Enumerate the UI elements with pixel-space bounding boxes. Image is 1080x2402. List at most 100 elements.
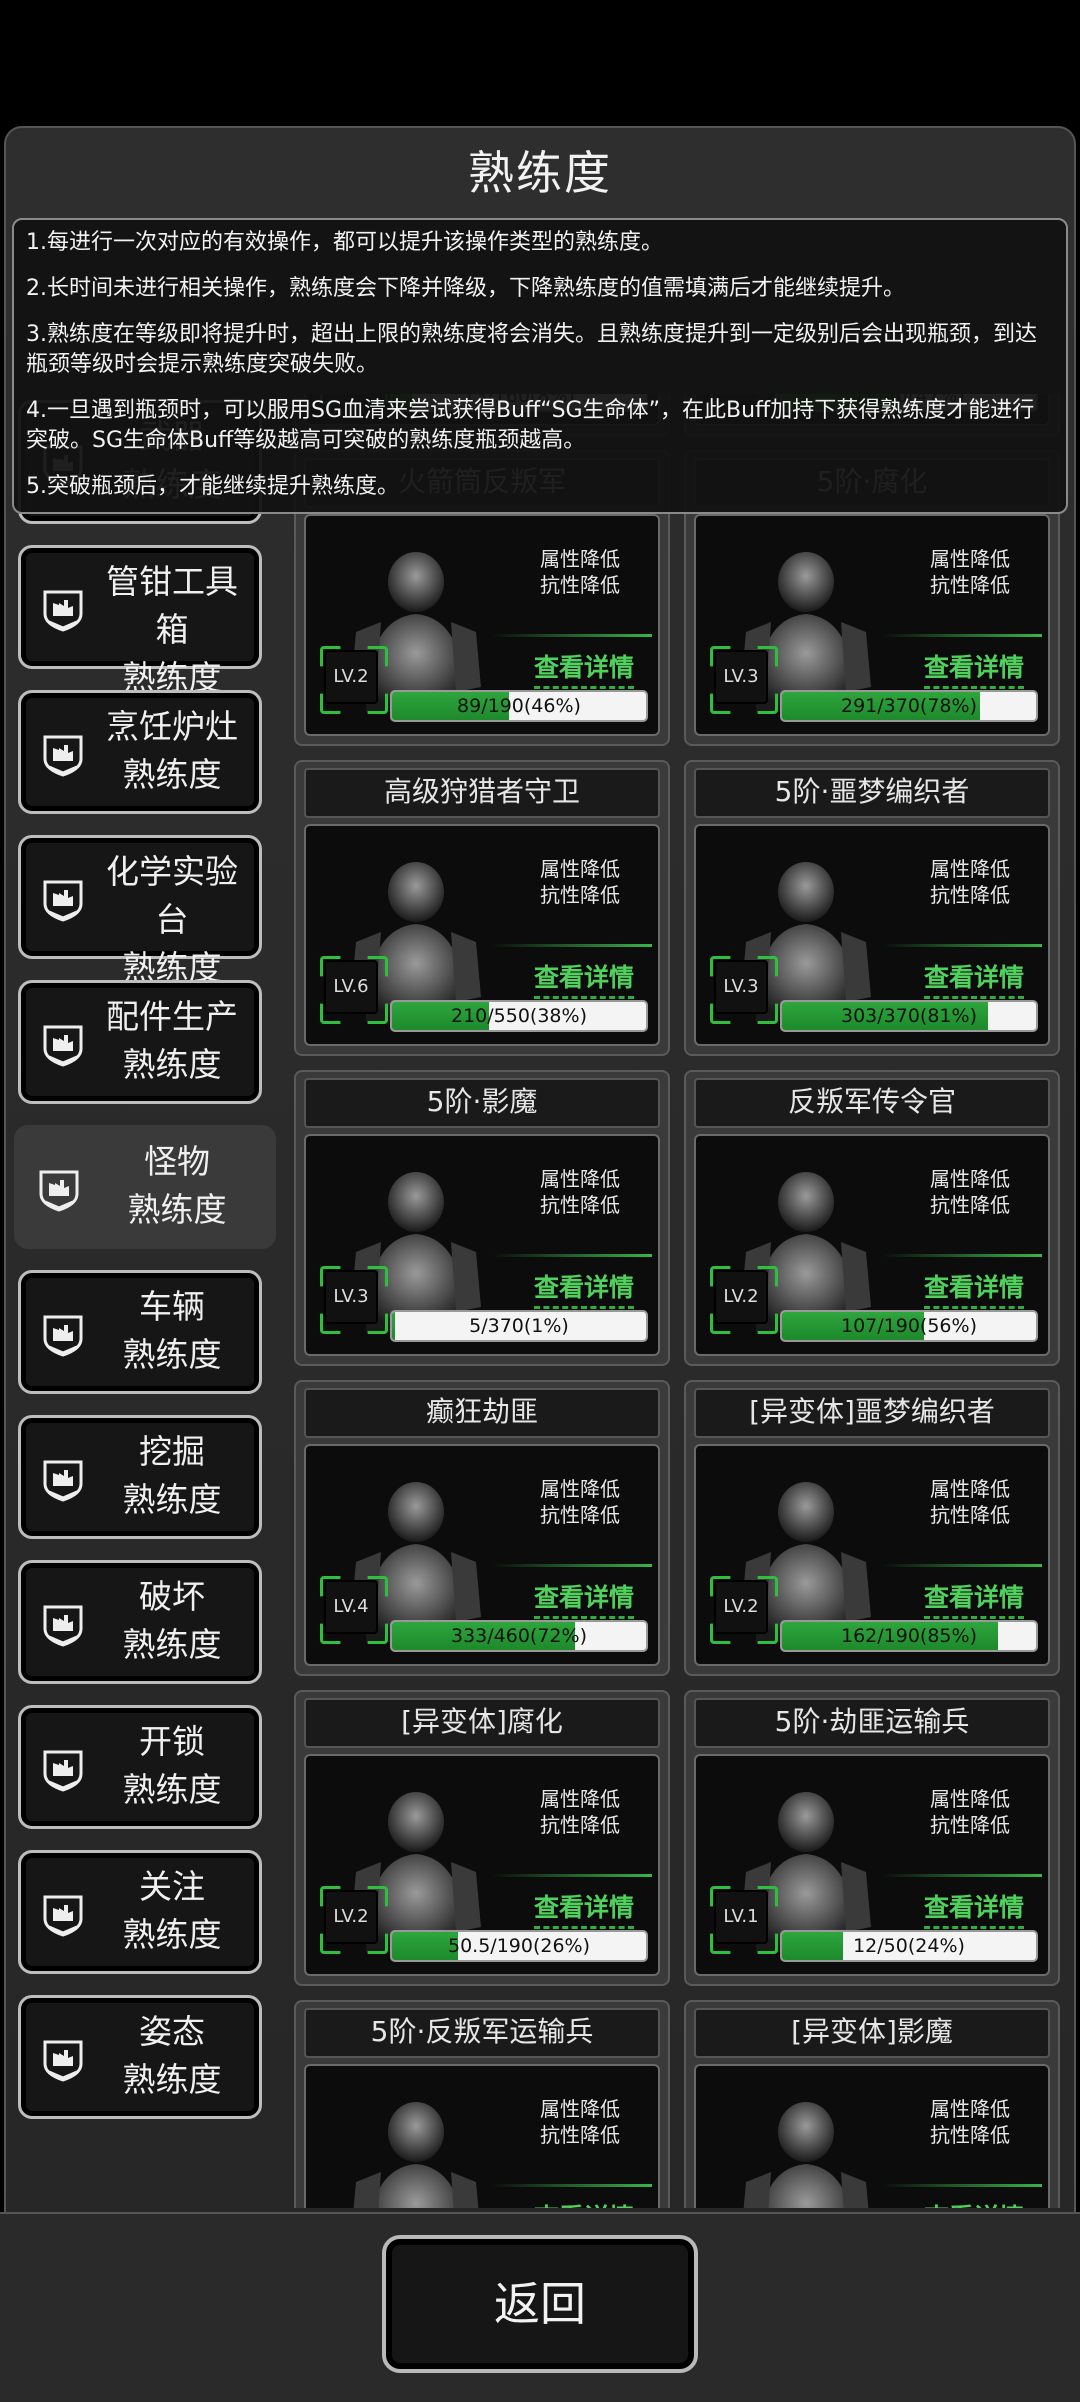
progress-bar: 210/550(38%) (390, 1000, 648, 1032)
monster-portrait: 属性降低 抗性降低 查看详情 LV.3 291/370(78%) (694, 514, 1050, 736)
resist-label: 抗性降低 (930, 1813, 1010, 1837)
monster-card[interactable]: [异变体]腐化 属性降低 抗性降低 查看详情 LV.2 50.5/190(26%) (294, 1690, 670, 1986)
monster-portrait: 属性降低 抗性降低 查看详情 LV.2 162/190(85%) (694, 1444, 1050, 1666)
monster-portrait: 属性降低 抗性降低 查看详情 LV.6 210/550(38%) (304, 824, 660, 1046)
monster-portrait: 属性降低 抗性降低 查看详情 LV.2 50.5/190(26%) (304, 1754, 660, 1976)
divider-glow (882, 944, 1042, 947)
category-button[interactable]: 配件生产 熟练度 (18, 980, 262, 1104)
monster-name: 5阶·劫匪运输兵 (694, 1698, 1050, 1748)
info-line-3: 3.熟练度在等级即将提升时，超出上限的熟练度将会消失。且熟练度提升到一定级别后会… (26, 322, 1037, 377)
category-button[interactable]: 开锁 熟练度 (18, 1705, 262, 1829)
attr-label: 属性降低 (930, 1477, 1010, 1501)
info-line-2: 2.长时间未进行相关操作，熟练度会下降并降级，下降熟练度的值需填满后才能继续提升… (26, 276, 905, 301)
progress-text: 107/190(56%) (841, 1315, 977, 1337)
monster-portrait: 属性降低抗性降低查看详情 (694, 2064, 1050, 2208)
category-button[interactable]: 破坏 熟练度 (18, 1560, 262, 1684)
monster-name: 5阶·噩梦编织者 (694, 768, 1050, 818)
monster-card[interactable]: 5阶·噩梦编织者 属性降低 抗性降低 查看详情 LV.3 303/370(81%) (684, 760, 1060, 1056)
monster-card[interactable]: 反叛军传令官 属性降低 抗性降低 查看详情 LV.2 107/190(56%) (684, 1070, 1060, 1366)
progress-text: 291/370(78%) (841, 695, 977, 717)
attr-label: 属性降低 (930, 2097, 1010, 2121)
attr-label: 属性降低 (930, 857, 1010, 881)
category-sublabel: 熟练度 (122, 1625, 222, 1664)
view-details-button[interactable]: 查看详情 (533, 958, 634, 999)
info-popup[interactable]: 1.每进行一次对应的有效操作，都可以提升该操作类型的熟练度。 2.长时间未进行相… (12, 218, 1068, 514)
category-button[interactable]: 管钳工具箱 熟练度 (18, 545, 262, 697)
shield-hand-icon (39, 731, 87, 779)
category-label: 关注 (139, 1867, 205, 1906)
divider-glow (492, 1564, 652, 1567)
category-button[interactable]: 化学实验台 熟练度 (18, 835, 262, 987)
monster-name: [异变体]噩梦编织者 (694, 1388, 1050, 1438)
category-sublabel: 熟练度 (122, 1335, 222, 1374)
category-button[interactable]: 车辆 熟练度 (18, 1270, 262, 1394)
resist-label: 抗性降低 (540, 1503, 620, 1527)
divider-glow (882, 1254, 1042, 1257)
view-details-button[interactable]: 查看详情 (533, 1268, 634, 1309)
view-details-button[interactable]: 查看详情 (923, 1578, 1024, 1619)
level-badge: LV.3 (714, 650, 768, 704)
info-line-1: 1.每进行一次对应的有效操作，都可以提升该操作类型的熟练度。 (26, 230, 663, 255)
view-details-button[interactable]: 查看详情 (923, 1268, 1024, 1309)
level-badge: LV.3 (324, 1270, 378, 1324)
monster-card[interactable]: 5阶·反叛军运输兵属性降低抗性降低查看详情 (294, 2000, 670, 2208)
category-label: 管钳工具箱 (106, 562, 238, 649)
view-details-button[interactable]: 查看详情 (924, 2198, 1024, 2208)
monster-card[interactable]: 5阶·劫匪运输兵 属性降低 抗性降低 查看详情 LV.1 12/50(24%) (684, 1690, 1060, 1986)
progress-text: 210/550(38%) (451, 1005, 587, 1027)
resist-label: 抗性降低 (540, 883, 620, 907)
category-sublabel: 熟练度 (122, 755, 222, 794)
resist-label: 抗性降低 (930, 2123, 1010, 2147)
progress-text: 303/370(81%) (841, 1005, 977, 1027)
level-badge: LV.2 (714, 1270, 768, 1324)
progress-bar: 107/190(56%) (780, 1310, 1038, 1342)
monster-card[interactable]: [异变体]影魔属性降低抗性降低查看详情 (684, 2000, 1060, 2208)
progress-bar: 333/460(72%) (390, 1620, 648, 1652)
view-details-button[interactable]: 查看详情 (534, 2198, 634, 2208)
category-sidebar[interactable]: 武器熟练度管钳工具箱熟练度烹饪炉灶熟练度化学实验台熟练度配件生产熟练度怪物熟练度… (8, 394, 278, 2208)
progress-bar: 303/370(81%) (780, 1000, 1038, 1032)
category-button[interactable]: 关注 熟练度 (18, 1850, 262, 1974)
category-label: 烹饪炉灶 (106, 707, 238, 746)
view-details-button[interactable]: 查看详情 (533, 1578, 634, 1619)
category-button[interactable]: 挖掘 熟练度 (18, 1415, 262, 1539)
category-label: 破坏 (139, 1577, 205, 1616)
view-details-button[interactable]: 查看详情 (533, 1888, 634, 1929)
shield-hand-icon (39, 586, 87, 634)
resist-label: 抗性降低 (930, 1503, 1010, 1527)
view-details-button[interactable]: 查看详情 (923, 958, 1024, 999)
category-button[interactable]: 姿态 熟练度 (18, 1995, 262, 2119)
category-sublabel: 熟练度 (122, 1770, 222, 1809)
resist-label: 抗性降低 (540, 1813, 620, 1837)
divider-glow (882, 634, 1042, 637)
monster-portrait: 属性降低 抗性降低 查看详情 LV.1 12/50(24%) (694, 1754, 1050, 1976)
divider-glow (492, 944, 652, 947)
attr-label: 属性降低 (540, 857, 620, 881)
monster-card[interactable]: [异变体]噩梦编织者 属性降低 抗性降低 查看详情 LV.2 162/190(85%) (684, 1380, 1060, 1676)
monster-card[interactable]: 高级狩猎者守卫 属性降低 抗性降低 查看详情 LV.6 210/550(38%) (294, 760, 670, 1056)
divider-glow (882, 1564, 1042, 1567)
resist-label: 抗性降低 (540, 573, 620, 597)
resist-label: 抗性降低 (540, 2123, 620, 2147)
category-active-button[interactable]: 怪物 熟练度 (14, 1125, 276, 1249)
monster-name: 5阶·反叛军运输兵 (304, 2008, 660, 2058)
view-details-button[interactable]: 查看详情 (923, 648, 1024, 689)
attr-label: 属性降低 (540, 1477, 620, 1501)
attr-label: 属性降低 (540, 1167, 620, 1191)
back-button[interactable]: 返回 (382, 2235, 698, 2373)
attr-label: 属性降低 (930, 1167, 1010, 1191)
attr-label: 属性降低 (930, 547, 1010, 571)
attr-label: 属性降低 (540, 1787, 620, 1811)
monster-grid[interactable]: 属性降低抗性降低查看详情LV.213/160(8%)属性降低抗性降低查看详情LV… (288, 394, 1064, 2208)
monster-card[interactable]: 癫狂劫匪 属性降低 抗性降低 查看详情 LV.4 333/460(72%) (294, 1380, 670, 1676)
view-details-button[interactable]: 查看详情 (923, 1888, 1024, 1929)
progress-bar: 89/190(46%) (390, 690, 648, 722)
category-button[interactable]: 烹饪炉灶 熟练度 (18, 690, 262, 814)
info-line-5: 5.突破瓶颈后，才能继续提升熟练度。 (26, 474, 399, 499)
category-sublabel: 熟练度 (122, 2060, 222, 2099)
monster-card[interactable]: 5阶·影魔 属性降低 抗性降低 查看详情 LV.3 5/370(1%) (294, 1070, 670, 1366)
category-label: 车辆 (139, 1287, 205, 1326)
monster-portrait: 属性降低 抗性降低 查看详情 LV.3 5/370(1%) (304, 1134, 660, 1356)
view-details-button[interactable]: 查看详情 (533, 648, 634, 689)
shield-hand-icon (35, 1166, 83, 1214)
